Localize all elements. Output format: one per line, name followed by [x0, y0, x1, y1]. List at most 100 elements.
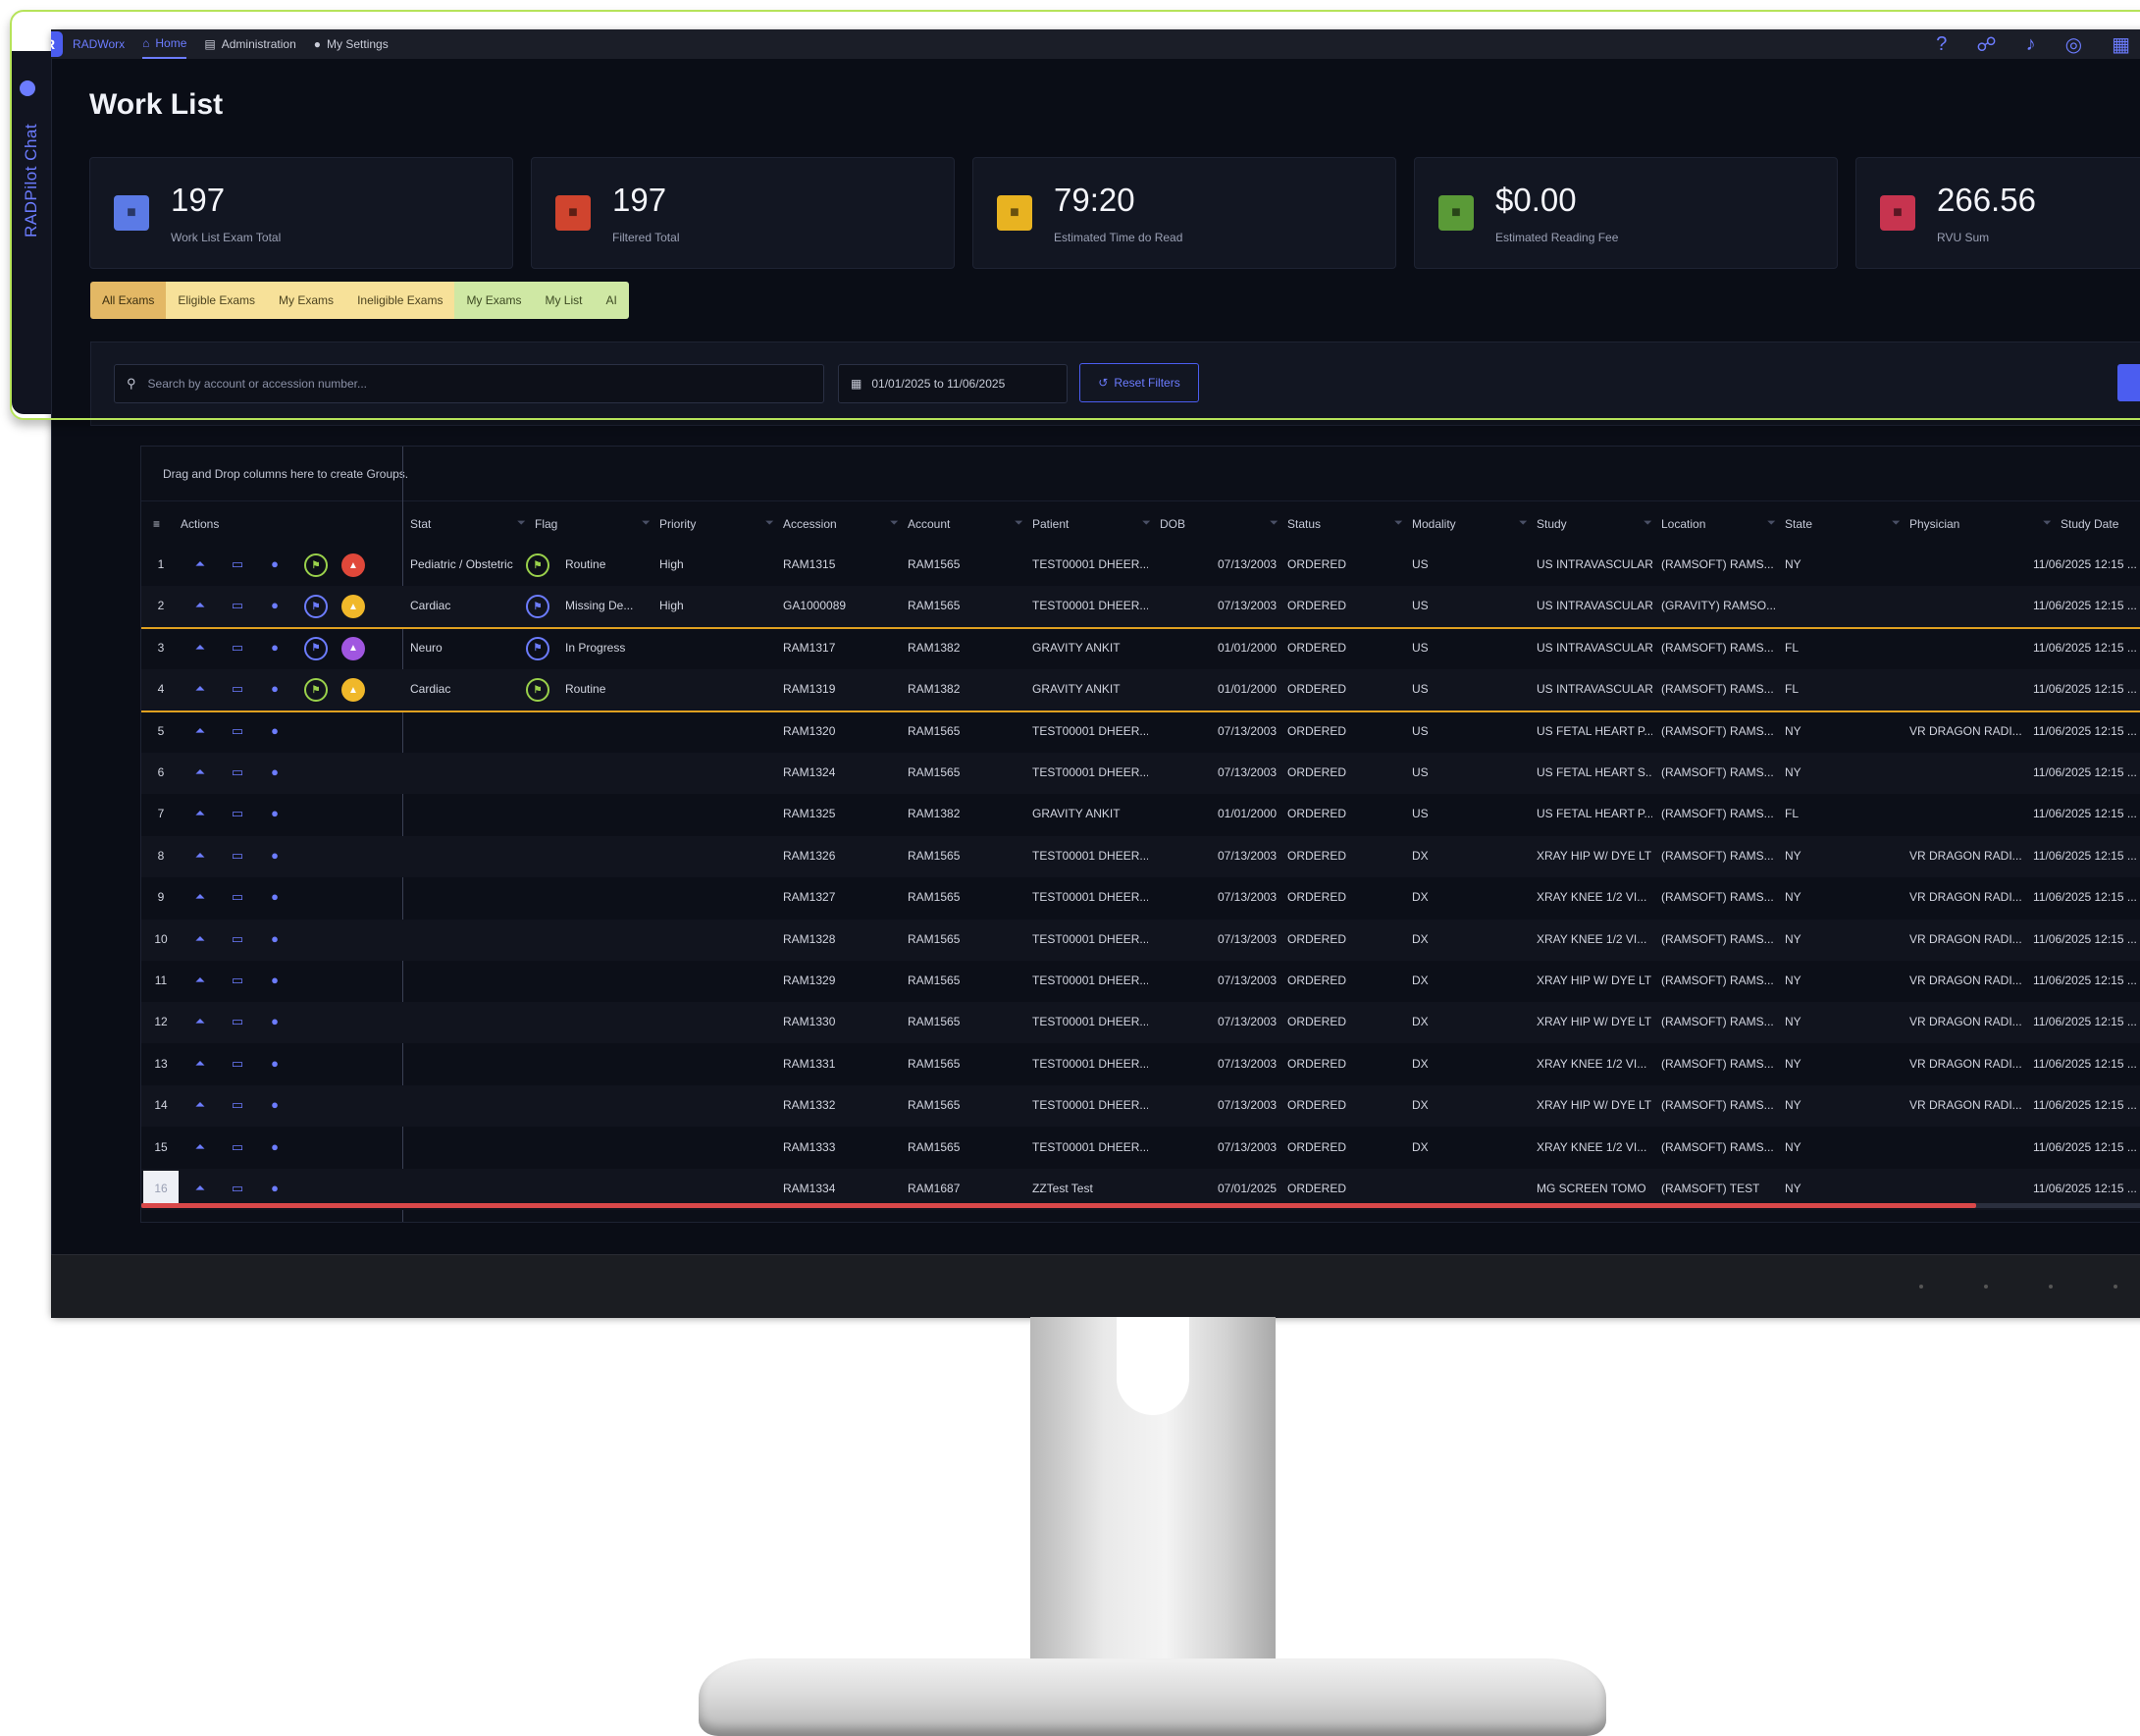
column-header-actions[interactable]: Actions — [181, 517, 219, 531]
monitor-icon[interactable]: ▭ — [229, 764, 246, 782]
filter-icon[interactable]: ⏷ — [890, 517, 899, 530]
tab-my-exams[interactable]: My Exams — [267, 282, 346, 319]
column-header-study-date[interactable]: Study Date — [2061, 517, 2118, 531]
date-range-picker[interactable]: ▦ 01/01/2025 to 11/06/2025 — [838, 364, 1068, 403]
upload-icon[interactable]: ⏶ — [191, 848, 209, 866]
upload-icon[interactable]: ⏶ — [191, 1056, 209, 1074]
table-row[interactable]: 8 ⏶ ▭ ● RAM1326 RAM1565 TEST00001 DHEER... 07/1… — [141, 835, 2140, 877]
report-icon[interactable]: ● — [266, 723, 284, 741]
column-header-status[interactable]: Status — [1287, 517, 1321, 531]
report-icon[interactable]: ● — [266, 640, 284, 658]
monitor-icon[interactable]: ▭ — [229, 556, 246, 574]
group-drop-zone[interactable]: Drag and Drop columns here to create Gro… — [141, 447, 2140, 501]
table-row[interactable]: 1 ⏶ ▭ ● ⚑ ▲ ⚑ Pediatric / Obstetric Routine High R… — [141, 545, 2140, 588]
report-icon[interactable]: ● — [266, 681, 284, 699]
monitor-icon[interactable]: ▭ — [229, 973, 246, 990]
table-row[interactable]: 15 ⏶ ▭ ● RAM1333 RAM1565 TEST00001 DHEER... 07/… — [141, 1128, 2140, 1169]
upload-icon[interactable]: ⏶ — [191, 806, 209, 823]
monitor-icon[interactable]: ▭ — [229, 1181, 246, 1198]
report-icon[interactable]: ● — [266, 598, 284, 615]
table-row[interactable]: 6 ⏶ ▭ ● RAM1324 RAM1565 TEST00001 DHEER... 07/1… — [141, 753, 2140, 794]
report-icon[interactable]: ● — [266, 1139, 284, 1157]
search-input[interactable] — [145, 376, 817, 392]
flag-icon[interactable]: ⚑ — [304, 678, 328, 703]
nav-administration[interactable]: ▤ Administration — [204, 29, 295, 59]
chat-rail-strip[interactable]: RADPilot Chat — [12, 51, 51, 414]
radpilot-chat-rail[interactable] — [51, 59, 52, 1254]
alert-icon[interactable]: ▲ — [341, 553, 365, 577]
column-header-stat[interactable]: Stat — [410, 517, 431, 531]
upload-icon[interactable]: ⏶ — [191, 681, 209, 699]
alert-icon[interactable]: ▲ — [341, 636, 365, 660]
column-header-account[interactable]: Account — [908, 517, 950, 531]
apps-icon[interactable]: ▦ — [2112, 32, 2130, 57]
report-icon[interactable]: ● — [266, 806, 284, 823]
monitor-icon[interactable]: ▭ — [229, 806, 246, 823]
column-header-patient[interactable]: Patient — [1032, 517, 1069, 531]
upload-icon[interactable]: ⏶ — [191, 973, 209, 990]
table-row[interactable]: 12 ⏶ ▭ ● RAM1330 RAM1565 TEST00001 DHEER... 07/… — [141, 1002, 2140, 1044]
monitor-icon[interactable]: ▭ — [229, 723, 246, 741]
upload-icon[interactable]: ⏶ — [191, 889, 209, 907]
upload-icon[interactable]: ⏶ — [191, 1139, 209, 1157]
filter-icon[interactable]: ⏷ — [1644, 517, 1652, 530]
table-row[interactable]: 11 ⏶ ▭ ● RAM1329 RAM1565 TEST00001 DHEER... 07/… — [141, 961, 2140, 1002]
report-icon[interactable]: ● — [266, 931, 284, 949]
report-icon[interactable]: ● — [266, 764, 284, 782]
table-row[interactable]: 13 ⏶ ▭ ● RAM1331 RAM1565 TEST00001 DHEER... 07/… — [141, 1044, 2140, 1085]
column-menu-icon[interactable]: ≡ — [153, 517, 160, 531]
scrollbar-thumb[interactable] — [141, 1203, 1976, 1208]
flag-icon[interactable]: ⚑ — [304, 636, 328, 660]
table-row[interactable]: 3 ⏶ ▭ ● ⚑ ▲ ⚑ Neuro In Progress RAM1317 RAM1382 GRA… — [141, 628, 2140, 671]
nav-my-settings[interactable]: ● My Settings — [314, 29, 389, 59]
filter-icon[interactable]: ⏷ — [1394, 517, 1403, 530]
table-row[interactable]: 9 ⏶ ▭ ● RAM1327 RAM1565 TEST00001 DHEER... 07/1… — [141, 877, 2140, 919]
headset-icon[interactable]: ◎ — [2065, 32, 2082, 57]
nav-home[interactable]: ⌂ Home — [142, 29, 187, 59]
upload-icon[interactable]: ⏶ — [191, 1014, 209, 1031]
report-icon[interactable]: ● — [266, 556, 284, 574]
column-header-dob[interactable]: DOB — [1160, 517, 1185, 531]
horizontal-scrollbar[interactable] — [141, 1203, 2140, 1208]
filter-icon[interactable]: ⏷ — [1519, 517, 1528, 530]
filter-icon[interactable]: ⏷ — [642, 517, 651, 530]
table-row[interactable]: 7 ⏶ ▭ ● RAM1325 RAM1382 GRAVITY ANKIT 01/01/200… — [141, 794, 2140, 835]
table-row[interactable]: 10 ⏶ ▭ ● RAM1328 RAM1565 TEST00001 DHEER... 07/… — [141, 919, 2140, 961]
table-row[interactable]: 14 ⏶ ▭ ● RAM1332 RAM1565 TEST00001 DHEER... 07/… — [141, 1085, 2140, 1128]
filter-icon[interactable]: ⏷ — [765, 517, 774, 530]
column-header-location[interactable]: Location — [1661, 517, 1705, 531]
monitor-icon[interactable]: ▭ — [229, 598, 246, 615]
filter-icon[interactable]: ⏷ — [1892, 517, 1901, 530]
column-header-flag[interactable]: Flag — [535, 517, 557, 531]
filter-icon[interactable]: ⏷ — [1142, 517, 1151, 530]
filter-action-button[interactable] — [2117, 364, 2140, 401]
table-row[interactable]: 4 ⏶ ▭ ● ⚑ ▲ ⚑ Cardiac Routine RAM1319 RAM1382 GRAVI… — [141, 669, 2140, 713]
report-icon[interactable]: ● — [266, 889, 284, 907]
table-row[interactable]: 2 ⏶ ▭ ● ⚑ ▲ ⚑ Cardiac Missing De... High GA1000089… — [141, 586, 2140, 630]
filter-icon[interactable]: ⏷ — [517, 517, 526, 530]
report-icon[interactable]: ● — [266, 848, 284, 866]
report-icon[interactable]: ● — [266, 1056, 284, 1074]
monitor-icon[interactable]: ▭ — [229, 681, 246, 699]
app-logo[interactable]: R — [51, 31, 63, 57]
flag-icon[interactable]: ⚑ — [304, 595, 328, 619]
column-header-priority[interactable]: Priority — [659, 517, 696, 531]
monitor-icon[interactable]: ▭ — [229, 848, 246, 866]
alert-icon[interactable]: ▲ — [341, 678, 365, 703]
chat-toggle-icon[interactable] — [20, 80, 35, 96]
report-icon[interactable]: ● — [266, 1014, 284, 1031]
monitor-icon[interactable]: ▭ — [229, 931, 246, 949]
upload-icon[interactable]: ⏶ — [191, 598, 209, 615]
monitor-icon[interactable]: ▭ — [229, 1056, 246, 1074]
filter-icon[interactable]: ⏷ — [2043, 517, 2052, 530]
alert-icon[interactable]: ▲ — [341, 595, 365, 619]
monitor-icon[interactable]: ▭ — [229, 889, 246, 907]
report-icon[interactable]: ● — [266, 973, 284, 990]
column-header-state[interactable]: State — [1785, 517, 1812, 531]
upload-icon[interactable]: ⏶ — [191, 723, 209, 741]
help-icon[interactable]: ? — [1936, 33, 1947, 56]
filter-icon[interactable]: ⏷ — [1767, 517, 1776, 530]
upload-icon[interactable]: ⏶ — [191, 764, 209, 782]
column-header-accession[interactable]: Accession — [783, 517, 837, 531]
tab-ai[interactable]: AI — [594, 282, 629, 319]
